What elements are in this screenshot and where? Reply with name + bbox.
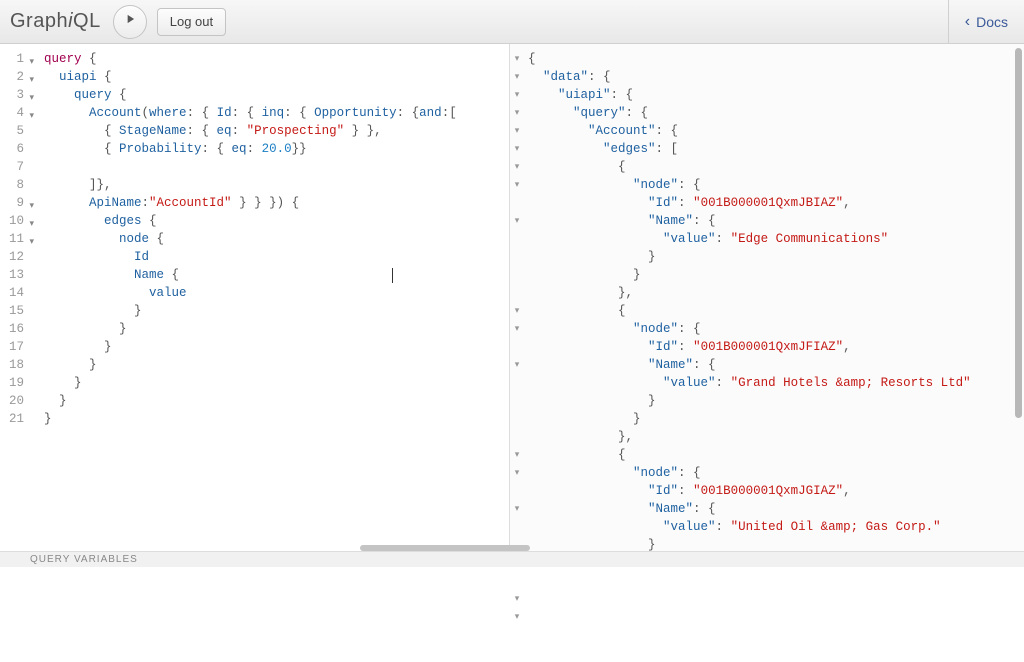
- line-number-gutter: 1▾2▾3▾4▾56789▾10▾11▾12131415161718192021: [0, 44, 30, 551]
- query-editor[interactable]: query { uiapi { query { Account(where: {…: [30, 44, 509, 551]
- app-logo: GraphiQL: [10, 10, 101, 33]
- vertical-scrollbar[interactable]: [1015, 48, 1022, 418]
- docs-button[interactable]: ‹ Docs: [948, 0, 1024, 43]
- play-icon: [123, 12, 137, 31]
- docs-label: Docs: [976, 14, 1008, 30]
- horizontal-scrollbar[interactable]: [360, 545, 530, 551]
- result-pane: ▾▾▾▾▾▾▾▾▾▾▾▾▾▾▾▾▾ { "data": { "uiapi": {…: [510, 44, 1024, 551]
- query-variables-label: QUERY VARIABLES: [30, 554, 138, 565]
- query-editor-pane: 1▾2▾3▾4▾56789▾10▾11▾12131415161718192021…: [0, 44, 510, 551]
- result-viewer[interactable]: { "data": { "uiapi": { "query": { "Accou…: [524, 44, 1024, 551]
- topbar: GraphiQL Log out ‹ Docs: [0, 0, 1024, 44]
- text-cursor: [392, 268, 393, 283]
- execute-button[interactable]: [113, 5, 147, 39]
- fold-gutter: ▾▾▾▾▾▾▾▾▾▾▾▾▾▾▾▾▾: [510, 44, 524, 551]
- logout-button[interactable]: Log out: [157, 8, 226, 36]
- chevron-left-icon: ‹: [965, 13, 970, 31]
